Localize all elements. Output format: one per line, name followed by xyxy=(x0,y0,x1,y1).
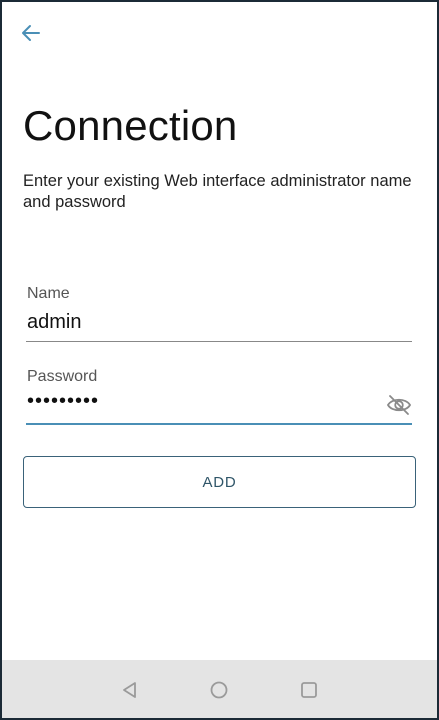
password-field-label: Password xyxy=(27,368,98,385)
app-screen: Connection Enter your existing Web inter… xyxy=(2,2,437,718)
square-recents-icon xyxy=(301,682,317,698)
eye-off-icon xyxy=(386,395,412,415)
name-field-value[interactable]: admin xyxy=(27,311,81,334)
page-subtitle: Enter your existing Web interface admini… xyxy=(23,172,412,211)
password-field-underline xyxy=(26,423,412,425)
system-back-button[interactable] xyxy=(119,679,141,701)
triangle-back-icon xyxy=(123,682,136,698)
system-navigation-bar xyxy=(2,660,437,718)
password-field-value[interactable]: ••••••••• xyxy=(27,390,99,413)
system-home-button[interactable] xyxy=(208,679,230,701)
page-title: Connection xyxy=(23,102,238,149)
password-visibility-toggle[interactable] xyxy=(386,392,412,418)
add-button[interactable]: ADD xyxy=(23,456,416,508)
circle-home-icon xyxy=(210,681,228,699)
back-button[interactable] xyxy=(16,18,46,48)
name-field-underline xyxy=(26,341,412,342)
name-field[interactable]: Name admin xyxy=(26,285,412,342)
name-field-label: Name xyxy=(27,285,70,302)
system-recents-button[interactable] xyxy=(298,679,320,701)
password-field[interactable]: Password ••••••••• xyxy=(26,368,412,425)
arrow-left-icon xyxy=(22,25,40,41)
